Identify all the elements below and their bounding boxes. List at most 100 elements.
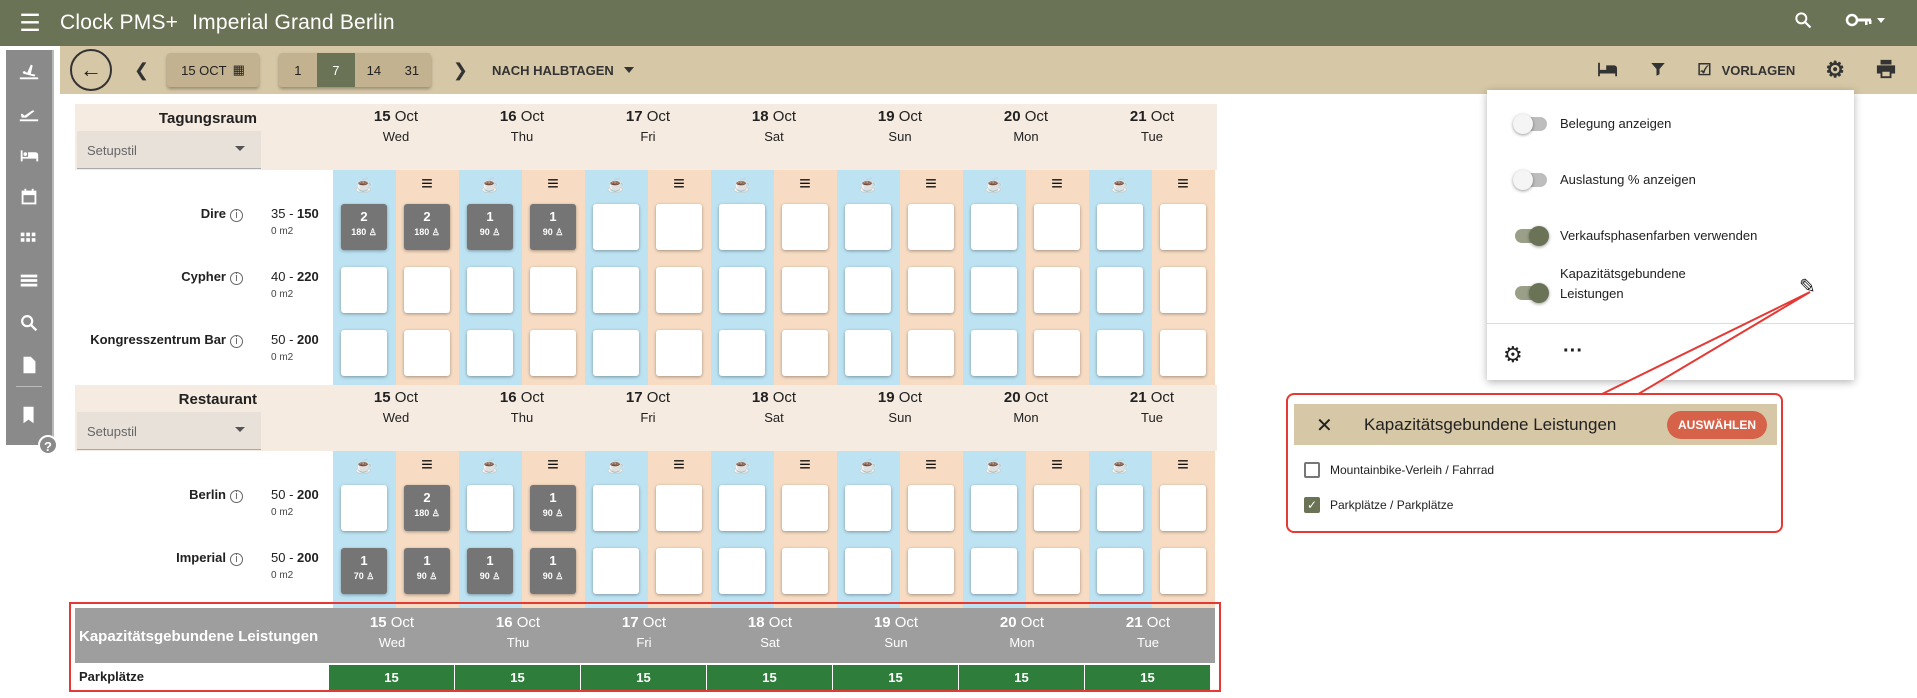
booking-cell[interactable] — [1160, 204, 1206, 250]
booking-cell[interactable] — [593, 204, 639, 250]
booking-cell[interactable] — [1034, 548, 1080, 594]
mode-dropdown[interactable]: NACH HALBTAGEN — [492, 63, 634, 78]
booking-cell[interactable] — [404, 330, 450, 376]
booking-cell[interactable] — [467, 330, 513, 376]
booking-cell[interactable] — [1160, 485, 1206, 531]
capacity-value-cell[interactable]: 15 — [581, 665, 706, 690]
grid-icon[interactable] — [6, 218, 52, 260]
range-31-button[interactable]: 31 — [392, 53, 431, 87]
booking-cell[interactable] — [1034, 330, 1080, 376]
booking-cell[interactable] — [1160, 548, 1206, 594]
booking-cell[interactable]: 2 180 ♙ — [341, 204, 387, 250]
booking-cell[interactable] — [530, 267, 576, 313]
setupstil-dropdown[interactable]: Setupstil — [77, 131, 261, 169]
info-icon[interactable]: i — [230, 209, 243, 222]
date-picker-button[interactable]: 15 OCT ▦ — [167, 53, 259, 87]
capacity-value-cell[interactable]: 15 — [707, 665, 832, 690]
booking-cell[interactable] — [908, 267, 954, 313]
booking-cell[interactable] — [845, 267, 891, 313]
booking-cell[interactable] — [341, 267, 387, 313]
next-icon[interactable]: ❯ — [453, 60, 468, 81]
toggle-verkaufsphasenfarben[interactable] — [1515, 226, 1549, 246]
booking-cell[interactable] — [782, 485, 828, 531]
booking-cell[interactable] — [404, 267, 450, 313]
filter-icon[interactable] — [1649, 60, 1667, 81]
close-icon[interactable]: ✕ — [1316, 413, 1333, 438]
booking-cell[interactable] — [1160, 330, 1206, 376]
auswaehlen-button[interactable]: AUSWÄHLEN — [1667, 411, 1767, 439]
back-button[interactable]: ← — [70, 49, 112, 91]
booking-cell[interactable] — [656, 548, 702, 594]
more-icon[interactable]: ··· — [1563, 340, 1583, 363]
toggle-belegung[interactable] — [1513, 114, 1547, 134]
booking-cell[interactable] — [1097, 204, 1143, 250]
bed-toolbar-icon[interactable] — [1597, 60, 1619, 81]
booking-cell[interactable] — [1097, 330, 1143, 376]
calendar-icon[interactable] — [6, 176, 52, 218]
booking-cell[interactable] — [719, 267, 765, 313]
departures-icon[interactable] — [6, 92, 52, 134]
booking-cell[interactable] — [719, 485, 765, 531]
booking-cell[interactable] — [782, 267, 828, 313]
booking-cell[interactable]: 1 70 ♙ — [341, 548, 387, 594]
booking-cell[interactable] — [908, 330, 954, 376]
capacity-value-cell[interactable]: 15 — [329, 665, 454, 690]
booking-cell[interactable] — [656, 267, 702, 313]
booking-cell[interactable] — [719, 548, 765, 594]
document-icon[interactable] — [6, 344, 52, 386]
booking-cell[interactable]: 1 90 ♙ — [467, 204, 513, 250]
booking-cell[interactable] — [1097, 485, 1143, 531]
toggle-kapazitaet[interactable] — [1515, 283, 1549, 303]
booking-cell[interactable] — [782, 548, 828, 594]
settings-icon[interactable]: ⚙ — [1825, 57, 1845, 83]
booking-cell[interactable] — [908, 548, 954, 594]
booking-cell[interactable]: 1 90 ♙ — [467, 548, 513, 594]
booking-cell[interactable] — [656, 485, 702, 531]
booking-cell[interactable] — [782, 204, 828, 250]
booking-cell[interactable] — [656, 204, 702, 250]
booking-cell[interactable] — [467, 485, 513, 531]
booking-cell[interactable] — [656, 330, 702, 376]
booking-cell[interactable] — [719, 204, 765, 250]
capacity-value-cell[interactable]: 15 — [1085, 665, 1210, 690]
booking-cell[interactable]: 2 180 ♙ — [404, 485, 450, 531]
toggle-auslastung[interactable] — [1513, 170, 1547, 190]
bookmark-icon[interactable] — [6, 394, 52, 436]
booking-cell[interactable] — [845, 485, 891, 531]
capacity-value-cell[interactable]: 15 — [959, 665, 1084, 690]
booking-cell[interactable] — [593, 548, 639, 594]
edit-pencil-icon[interactable]: ✎ — [1799, 274, 1816, 299]
search-icon[interactable] — [1793, 10, 1813, 36]
help-icon[interactable]: ? — [38, 435, 58, 455]
print-icon[interactable] — [1875, 59, 1897, 82]
booking-cell[interactable] — [971, 485, 1017, 531]
range-14-button[interactable]: 14 — [354, 53, 393, 87]
booking-cell[interactable] — [1097, 548, 1143, 594]
booking-cell[interactable] — [341, 330, 387, 376]
booking-cell[interactable] — [593, 485, 639, 531]
booking-cell[interactable]: 2 180 ♙ — [404, 204, 450, 250]
booking-cell[interactable] — [467, 267, 513, 313]
booking-cell[interactable] — [719, 330, 765, 376]
booking-cell[interactable] — [971, 204, 1017, 250]
capacity-value-cell[interactable]: 15 — [455, 665, 580, 690]
vorlagen-button[interactable]: ☑ VORLAGEN — [1697, 60, 1795, 80]
key-menu-icon[interactable] — [1845, 10, 1887, 36]
capacity-value-cell[interactable]: 15 — [833, 665, 958, 690]
booking-cell[interactable] — [1034, 267, 1080, 313]
booking-cell[interactable] — [845, 204, 891, 250]
booking-cell[interactable] — [845, 548, 891, 594]
prev-icon[interactable]: ❮ — [134, 60, 149, 81]
booking-cell[interactable]: 1 90 ♙ — [530, 485, 576, 531]
info-icon[interactable]: i — [230, 553, 243, 566]
booking-cell[interactable] — [1160, 267, 1206, 313]
booking-cell[interactable] — [593, 330, 639, 376]
booking-cell[interactable] — [530, 330, 576, 376]
booking-cell[interactable] — [1097, 267, 1143, 313]
range-1-button[interactable]: 1 — [278, 53, 317, 87]
table-icon[interactable] — [6, 260, 52, 302]
booking-cell[interactable] — [1034, 204, 1080, 250]
menu-icon[interactable]: ☰ — [0, 9, 60, 38]
setupstil-dropdown[interactable]: Setupstil — [77, 412, 261, 450]
booking-cell[interactable]: 1 90 ♙ — [530, 548, 576, 594]
